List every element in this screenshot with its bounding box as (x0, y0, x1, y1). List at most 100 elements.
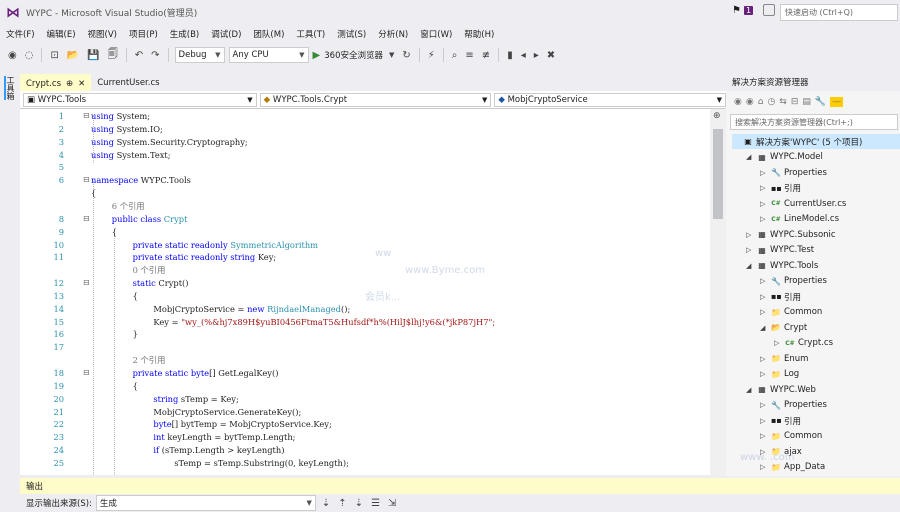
code-line[interactable]: 6 个引用 (20, 200, 710, 213)
tab-crypt-cs[interactable]: Crypt.cs ⊕ ✕ (20, 74, 92, 91)
collapse-all-icon[interactable]: ⊟ (791, 97, 799, 107)
code-line[interactable]: 8 ⊟ public class Crypt (20, 213, 710, 226)
properties-wrench-icon[interactable]: 🔧 (815, 97, 826, 107)
tree-item[interactable]: ▷ ▪▪ 引用 (760, 413, 801, 428)
project-dropdown[interactable]: ▣ WYPC.Tools ▼ (23, 92, 257, 107)
find-message-icon[interactable]: ⇣ (320, 498, 332, 509)
code-line[interactable]: 2 using System.IO; (20, 123, 710, 136)
code-line[interactable]: 9{ (20, 226, 710, 239)
expanded-arrow-icon[interactable]: ◢ (746, 386, 754, 394)
collapsed-arrow-icon[interactable]: ▷ (760, 463, 768, 471)
home-icon[interactable]: ⌂ (758, 97, 764, 107)
collapsed-arrow-icon[interactable]: ▷ (760, 417, 768, 425)
clear-bookmarks-icon[interactable]: ✖ (545, 50, 557, 61)
tree-item[interactable]: ▷ C# CurrentUser.cs (760, 196, 846, 211)
collapsed-arrow-icon[interactable]: ▷ (760, 215, 768, 223)
forward-icon[interactable]: ◉ (746, 97, 754, 107)
menu-item[interactable]: 生成(B) (170, 28, 199, 40)
scrollbar-thumb[interactable] (713, 129, 723, 219)
solution-explorer-search[interactable]: 搜索解决方案资源管理器(Ctrl+;) (730, 114, 898, 130)
clear-all-icon[interactable]: ☰ (369, 498, 382, 509)
editor-vertical-scrollbar[interactable]: ⊕ (710, 109, 726, 475)
menu-item[interactable]: 项目(P) (129, 28, 158, 40)
expanded-arrow-icon[interactable]: ◢ (760, 324, 768, 332)
browser-link-icon[interactable]: ⚡ (426, 50, 437, 61)
code-line[interactable]: 1 ⊟ using System; (20, 110, 710, 123)
tree-item[interactable]: ▷ 📁 Common (760, 305, 822, 320)
code-line[interactable]: 0 个引用 (20, 264, 710, 277)
refresh-icon[interactable]: ↻ (400, 50, 412, 61)
codelens-references[interactable]: 6 个引用 (112, 201, 145, 211)
toolbox-tab[interactable]: 工具箱 (0, 70, 20, 476)
menu-item[interactable]: 测试(S) (337, 28, 366, 40)
code-line[interactable]: 20 string sTemp = Key; (20, 393, 710, 406)
menu-item[interactable]: 窗口(W) (420, 28, 452, 40)
collapsed-arrow-icon[interactable]: ▷ (760, 370, 768, 378)
browser-select[interactable]: 360安全浏览器 (324, 49, 383, 61)
codelens-references[interactable]: 2 个引用 (133, 355, 166, 365)
codelens-references[interactable]: 0 个引用 (133, 265, 166, 275)
close-icon[interactable]: ✕ (78, 79, 85, 89)
tree-item[interactable]: ▷ 📁 Common (760, 429, 822, 444)
find-icon[interactable]: ⌕ (450, 50, 460, 61)
save-icon[interactable]: 💾 (85, 50, 101, 61)
tree-item[interactable]: ▣ 解决方案'WYPC' (5 个项目) (732, 134, 900, 149)
tab-currentuser-cs[interactable]: CurrentUser.cs (91, 74, 165, 91)
code-line[interactable]: 18 ⊟ private static byte[] GetLegalKey() (20, 367, 710, 380)
collapsed-arrow-icon[interactable]: ▷ (774, 339, 782, 347)
prev-bookmark-icon[interactable]: ◂ (519, 50, 528, 61)
code-line[interactable]: 5 (20, 161, 710, 174)
menu-item[interactable]: 文件(F) (6, 28, 35, 40)
collapsed-arrow-icon[interactable]: ▷ (760, 184, 768, 192)
forward-icon[interactable]: ◌ (23, 50, 36, 61)
menu-item[interactable]: 工具(T) (296, 28, 325, 40)
tree-item[interactable]: ◢ ▦ WYPC.Tools (746, 258, 818, 273)
menu-item[interactable]: 视图(V) (88, 28, 117, 40)
menu-item[interactable]: 编辑(E) (47, 28, 76, 40)
code-line[interactable]: 2 个引用 (20, 354, 710, 367)
preview-icon[interactable]: — (830, 97, 844, 107)
configuration-select[interactable]: Debug ▼ (174, 47, 225, 63)
collapsed-arrow-icon[interactable]: ▷ (746, 246, 754, 254)
collapsed-arrow-icon[interactable]: ▷ (760, 432, 768, 440)
code-line[interactable]: 4 using System.Text; (20, 149, 710, 162)
output-source-select[interactable]: 生成 ▼ (95, 495, 316, 511)
expanded-arrow-icon[interactable]: ◢ (746, 262, 754, 270)
pin-icon[interactable]: ⊕ (66, 79, 73, 89)
notifications-button[interactable]: ⚑ 1 (732, 5, 754, 16)
collapsed-arrow-icon[interactable]: ▷ (760, 401, 768, 409)
tree-item[interactable]: ▷ ▪▪ 引用 (760, 181, 801, 196)
collapse-region-icon[interactable]: ⊟ (83, 367, 90, 380)
code-line[interactable]: 14 MobjCryptoService = new RijndaelManage… (20, 303, 710, 316)
collapsed-arrow-icon[interactable]: ▷ (760, 277, 768, 285)
collapsed-arrow-icon[interactable]: ▷ (760, 355, 768, 363)
code-line[interactable]: 22 byte[] bytTemp = MobjCryptoService.Key… (20, 418, 710, 431)
collapsed-arrow-icon[interactable]: ▷ (760, 308, 768, 316)
code-line[interactable]: 21 MobjCryptoService.GenerateKey(); (20, 406, 710, 419)
tree-item[interactable]: ▷ C# Crypt.cs (774, 336, 833, 351)
tree-item[interactable]: ▷ C# LineModel.cs (760, 212, 839, 227)
code-line[interactable]: { (20, 187, 710, 200)
tree-item[interactable]: ▷ ▦ WYPC.Test (746, 243, 814, 258)
redo-icon[interactable]: ↷ (149, 50, 161, 61)
uncomment-icon[interactable]: ≢ (480, 50, 492, 61)
expanded-arrow-icon[interactable]: ◢ (746, 153, 754, 161)
bookmark-icon[interactable]: ▮ (505, 50, 515, 61)
member-dropdown[interactable]: ◆ MobjCryptoService ▼ (494, 92, 727, 107)
tree-item[interactable]: ▷ 🔧 Properties (760, 398, 827, 413)
menu-item[interactable]: 分析(N) (378, 28, 408, 40)
code-line[interactable]: 6 ⊟ namespace WYPC.Tools (20, 174, 710, 187)
code-line[interactable]: 11 private static readonly string Key; (20, 251, 710, 264)
chevron-down-icon[interactable]: ▼ (387, 51, 396, 59)
collapse-region-icon[interactable]: ⊟ (83, 277, 90, 290)
tree-item[interactable]: ▷ ▦ WYPC.Subsonic (746, 227, 836, 242)
collapsed-arrow-icon[interactable]: ▷ (760, 200, 768, 208)
word-wrap-icon[interactable]: ⇲ (386, 498, 398, 509)
tree-item[interactable]: ▷ ▪▪ 引用 (760, 289, 801, 304)
sync-icon[interactable]: ⇆ (779, 97, 787, 107)
code-line[interactable]: 3 using System.Security.Cryptography; (20, 136, 710, 149)
collapsed-arrow-icon[interactable]: ▷ (760, 293, 768, 301)
collapse-region-icon[interactable]: ⊟ (83, 110, 90, 123)
tree-item[interactable]: ◢ 📂 Crypt (760, 320, 807, 335)
tree-item[interactable]: ◢ ▦ WYPC.Model (746, 150, 823, 165)
